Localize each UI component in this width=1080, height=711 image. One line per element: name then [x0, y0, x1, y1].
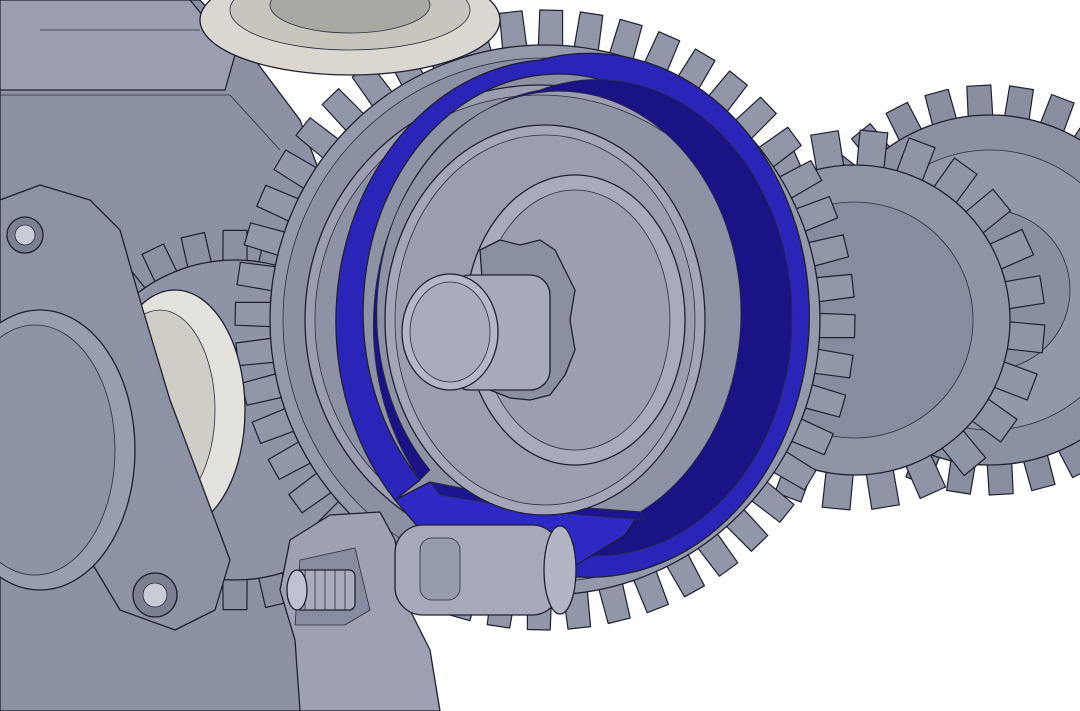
cad-viewport[interactable]: [0, 0, 1080, 711]
shaft-stub[interactable]: [401, 273, 551, 391]
cad-model-render[interactable]: [0, 0, 1080, 711]
threaded-pin[interactable]: [286, 569, 356, 611]
